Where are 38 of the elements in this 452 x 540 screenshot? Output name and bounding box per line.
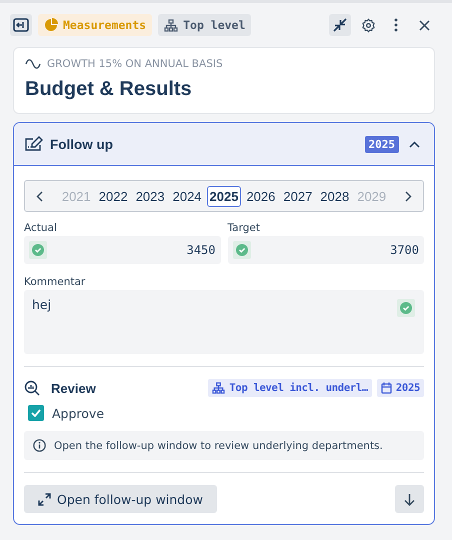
number-field[interactable]: 3450 (24, 236, 220, 264)
info-icon (33, 439, 46, 452)
field-label: Target (228, 222, 261, 234)
number-field[interactable]: 3700 (228, 236, 424, 264)
calendar-icon (380, 382, 392, 394)
field-label: Actual (24, 222, 58, 234)
panel-title: Follow up (50, 136, 113, 152)
year-tab[interactable]: 2025 (206, 186, 242, 206)
comment-field[interactable]: hej (24, 290, 424, 354)
pie-chart-icon (44, 18, 58, 32)
year-tab[interactable]: 2022 (96, 186, 131, 206)
hierarchy-icon (212, 382, 226, 394)
approve-checkbox[interactable] (28, 405, 44, 421)
analytics-search-icon (24, 380, 40, 396)
year-tab[interactable]: 2027 (280, 186, 316, 206)
wave-icon (25, 59, 41, 69)
year-tab[interactable]: 2028 (317, 186, 352, 206)
collapse-icon[interactable] (329, 14, 351, 36)
year-label: 2025 (396, 382, 420, 394)
open-window-button[interactable]: Open follow-up window (24, 485, 217, 513)
year-badge: 2025 (364, 136, 399, 152)
page-title: Budget & Results (25, 78, 193, 101)
year-tab[interactable]: 2026 (243, 186, 278, 206)
info-text: Open the follow-up window to review underlying departments. (54, 440, 383, 452)
expand-icon (38, 492, 51, 506)
arrow-down-icon[interactable] (395, 485, 424, 513)
checkmark-icon (31, 409, 41, 417)
year-tab[interactable]: 2023 (132, 186, 168, 206)
hierarchy-icon (164, 18, 178, 32)
subtitle: GROWTH 15% ON ANNUAL BASIS (47, 58, 223, 70)
level-chip[interactable]: Top level (158, 14, 252, 36)
section-title: Review (51, 380, 96, 396)
year-tab[interactable]: 2024 (170, 186, 205, 206)
checkbox-label: Approve (52, 406, 104, 420)
field-label: Kommentar (24, 276, 86, 288)
sidebar-toggle-icon[interactable] (10, 14, 32, 36)
edit-icon (24, 136, 44, 152)
scope-label: Top level incl. underl… (229, 382, 368, 394)
